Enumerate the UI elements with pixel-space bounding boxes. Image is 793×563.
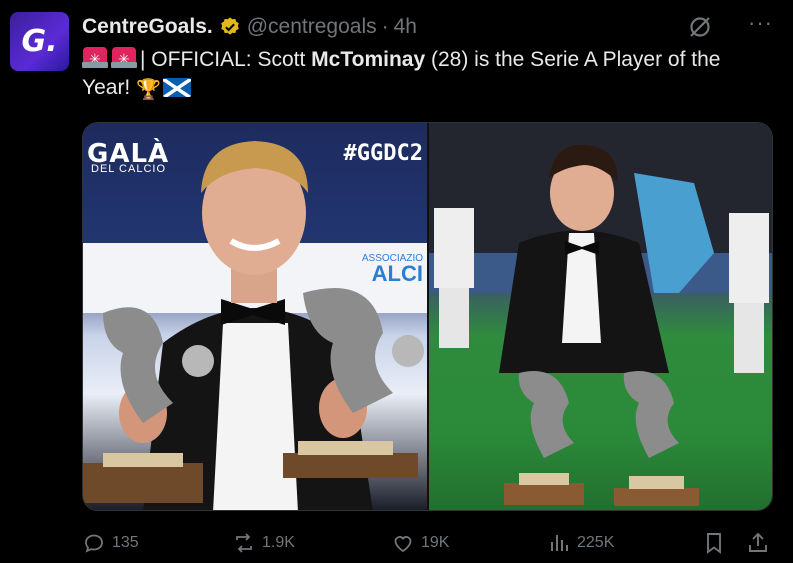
siren-icon xyxy=(82,45,108,73)
award-photo-left[interactable]: GALÀ DEL CALCIO #GGDC2 ASSOCIAZIO ALCI xyxy=(83,123,427,510)
award-photo-left-drawing xyxy=(83,141,427,510)
sponsor-text: ALCI xyxy=(371,261,423,286)
tweet-text-prefix: | OFFICIAL: Scott xyxy=(140,48,312,71)
verified-badge-icon[interactable] xyxy=(219,16,241,38)
like-button[interactable]: 19K xyxy=(391,528,449,558)
repost-button[interactable]: 1.9K xyxy=(232,528,295,558)
like-count: 19K xyxy=(421,534,450,551)
author-handle[interactable]: @centregoals xyxy=(247,15,377,39)
tweet-text: | OFFICIAL: Scott McTominay (28) is the … xyxy=(82,45,772,104)
tweet-header: CentreGoals. @centregoals · 4h ··· xyxy=(82,10,773,40)
bookmark-button[interactable] xyxy=(702,528,732,558)
separator-dot: · xyxy=(381,15,389,38)
timestamp[interactable]: 4h xyxy=(394,15,417,39)
repost-count: 1.9K xyxy=(262,534,295,551)
reply-icon xyxy=(85,534,103,553)
share-button[interactable] xyxy=(746,528,776,558)
views-button[interactable]: 225K xyxy=(547,528,614,558)
reply-count: 135 xyxy=(112,534,139,551)
bookmark-icon xyxy=(707,533,721,554)
grok-icon[interactable] xyxy=(687,14,713,40)
share-icon xyxy=(749,532,767,552)
avatar-logo: G. xyxy=(21,24,58,59)
siren-icon xyxy=(111,45,137,73)
views-icon xyxy=(551,535,568,551)
gala-logo-subtext: DEL CALCIO xyxy=(91,163,167,175)
author-name[interactable]: CentreGoals. xyxy=(82,15,213,39)
avatar[interactable]: G. xyxy=(10,12,69,71)
repost-icon xyxy=(236,533,252,553)
like-icon xyxy=(394,536,412,553)
views-count: 225K xyxy=(577,534,615,551)
award-photo-right-drawing xyxy=(429,123,772,506)
media-grid[interactable]: GALÀ DEL CALCIO #GGDC2 ASSOCIAZIO ALCI xyxy=(82,122,773,511)
reply-button[interactable]: 135 xyxy=(82,528,139,558)
action-bar: 135 1.9K 19K 225K xyxy=(82,528,774,558)
scotland-flag-icon xyxy=(163,78,192,97)
more-icon[interactable]: ··· xyxy=(748,10,773,36)
award-photo-right[interactable] xyxy=(429,123,772,510)
event-hashtag: #GGDC2 xyxy=(343,141,423,166)
trophy-icon: 🏆 xyxy=(136,79,162,101)
tweet-text-bold: McTominay xyxy=(311,48,426,71)
